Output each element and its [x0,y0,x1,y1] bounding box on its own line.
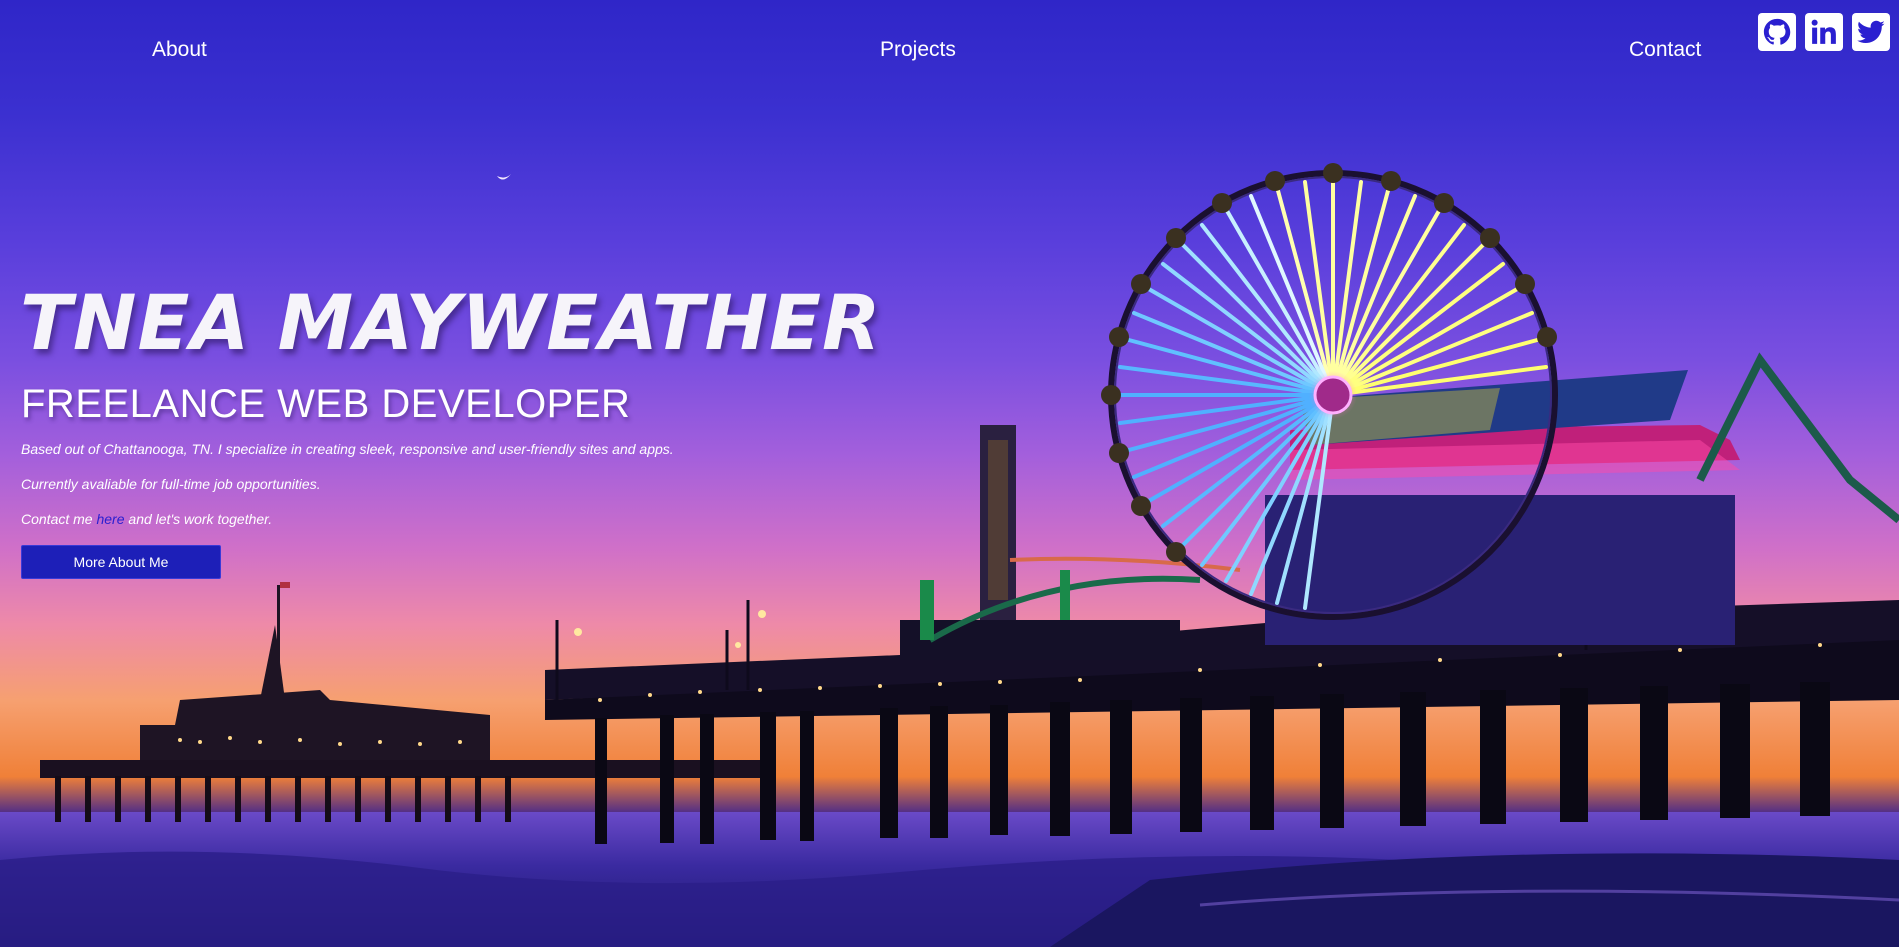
contact-text-before: Contact me [21,511,97,527]
nav-projects-link[interactable]: Projects [880,38,956,62]
page: About Projects Contact TNEA MAYWEATHER F… [0,0,1899,947]
linkedin-link[interactable] [1805,13,1843,51]
more-about-me-button[interactable]: More About Me [21,545,221,579]
twitter-link[interactable] [1852,13,1890,51]
hero-availability-text: Currently avaliable for full-time job op… [21,476,321,492]
hero-name-heading: TNEA MAYWEATHER [20,278,882,367]
github-icon [1763,18,1791,45]
contact-here-link[interactable]: here [96,511,124,527]
github-link[interactable] [1758,13,1796,51]
linkedin-icon [1811,19,1836,44]
contact-text-after: and let's work together. [124,511,273,527]
hero-intro-text: Based out of Chattanooga, TN. I speciali… [21,441,674,457]
hero-contact-text: Contact me here and let's work together. [21,511,272,527]
twitter-icon [1857,20,1885,43]
nav-about-link[interactable]: About [152,38,207,62]
hero-role-heading: FREELANCE WEB DEVELOPER [21,382,631,426]
moon-icon [497,174,511,180]
nav-contact-link[interactable]: Contact [1629,38,1701,62]
background-photo [0,163,1899,947]
